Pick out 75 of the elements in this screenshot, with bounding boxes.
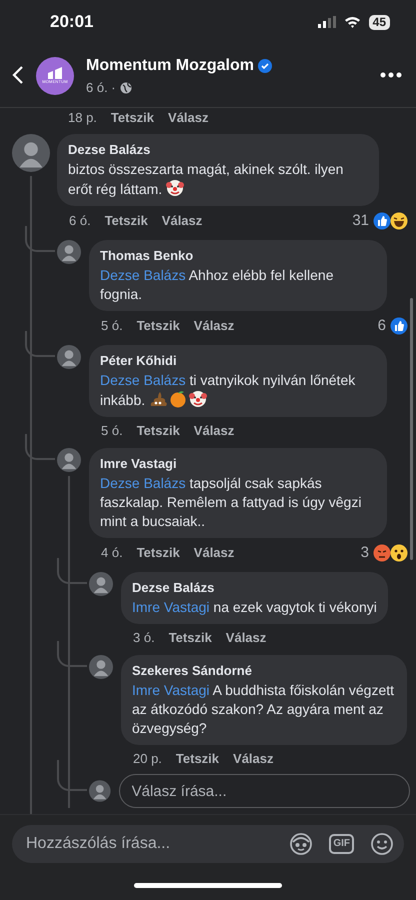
like-button[interactable]: Tetszik [136,420,180,440]
author-name: Imre Vastagi [100,455,178,473]
laughing-face-icon [390,212,408,230]
post-time: 6 ó. · [86,78,116,97]
avatar [57,240,81,264]
like-button[interactable]: Tetszik [168,628,212,647]
reply-input[interactable]: Válasz írása... [118,774,410,808]
reply-button[interactable]: Válasz [168,108,209,128]
comment-time: 20 p. [133,750,162,768]
poop-icon [149,390,168,408]
avatar [89,655,113,679]
author-name: Szekeres Sándorné [132,662,253,680]
reply-button[interactable]: Válasz [226,628,266,647]
avatar [12,134,50,172]
reaction-count: 31 [352,210,369,230]
mention-link[interactable]: Imre Vastagi [132,598,210,614]
mention-link[interactable]: Imre Vastagi [132,682,210,698]
battery-indicator: 45 [368,14,390,30]
surprised-face-icon [390,544,408,562]
comment-time: 5 ó. [101,317,123,335]
comment-text: Dezse Balázs ti vatnyikok nyilván lőnétek inkább. [100,370,356,410]
emoji-icon [370,832,394,856]
like-button[interactable]: Tetszik [136,543,180,562]
avatar [89,572,113,596]
thumbs-up-icon [373,212,391,230]
clown-face-icon [189,390,208,408]
comment-text: Imre Vastagi na ezek vagytok ti vékonyi [132,598,377,616]
reply-button[interactable]: Válasz [233,748,274,768]
reaction-count: 6 [378,316,386,336]
reply-button[interactable]: Válasz [194,316,234,336]
page-name: Momentum Mozgalom [86,56,254,76]
tangerine-icon [169,390,188,408]
comment-text: biztos összeszarta magát, akinek szólt. ilyen erőt rég láttam. [68,160,344,198]
avatar [57,345,81,369]
comment-time: 3 ó. [133,628,155,646]
reaction-summary[interactable]: 3 [360,542,410,564]
angry-face-icon [373,544,391,562]
like-button[interactable]: Tetszik [136,316,180,336]
comment-time: 18 p. [68,109,97,128]
comment-text: Dezse Balázs Ahhoz elébb fel kellene fognia. [100,266,334,304]
avatar [57,448,81,472]
comment-text: Dezse Balázs tapsoljál csak sapkás faszkalap. Remêlem a fattyad is úgy vêgzi mint a bucsaiak.. [100,474,362,530]
author-name: Péter Kőhidi [100,352,178,370]
globe-icon [120,82,132,94]
author-name: Dezse Balázs [68,141,152,159]
like-button[interactable]: Tetszik [176,748,220,768]
back-icon [12,65,24,86]
more-icon [380,72,402,78]
avatar [89,779,111,803]
like-button[interactable]: Tetszik [110,108,154,128]
comment-time: 4 ó. [101,544,123,562]
comment-time: 6 ó. [69,212,91,230]
comment-time: 5 ó. [101,422,123,440]
reply-button[interactable]: Válasz [162,211,202,230]
comment-text: Imre Vastagi A buddhista főiskolán végzett az átkozódó szakon? Az agyára ment az özvegység? [132,680,396,738]
signal-icon [318,16,336,28]
gif-button[interactable]: GIF [329,834,354,854]
clock-time: 20:01 [50,11,94,34]
reply-button[interactable]: Válasz [194,420,234,440]
author-name: Dezse Balázs [132,579,216,597]
mention-link[interactable]: Dezse Balázs [100,372,186,388]
reaction-summary[interactable]: 6 [378,314,410,337]
clown-face-icon [166,178,184,196]
avatar-sticker-icon [289,832,314,856]
like-button[interactable]: Tetszik [104,211,148,230]
wifi-icon [344,16,361,28]
comment-composer[interactable]: Hozzászólás írása... GIF [12,825,404,863]
mention-link[interactable]: Dezse Balázs [100,266,186,282]
bars-icon [48,66,62,78]
mention-link[interactable]: Dezse Balázs [100,474,186,490]
thumbs-up-icon [390,316,408,335]
author-name: Thomas Benko [100,247,194,265]
reaction-count: 3 [360,542,369,562]
reply-button[interactable]: Válasz [194,543,234,562]
reaction-summary[interactable]: 31 [352,210,410,232]
